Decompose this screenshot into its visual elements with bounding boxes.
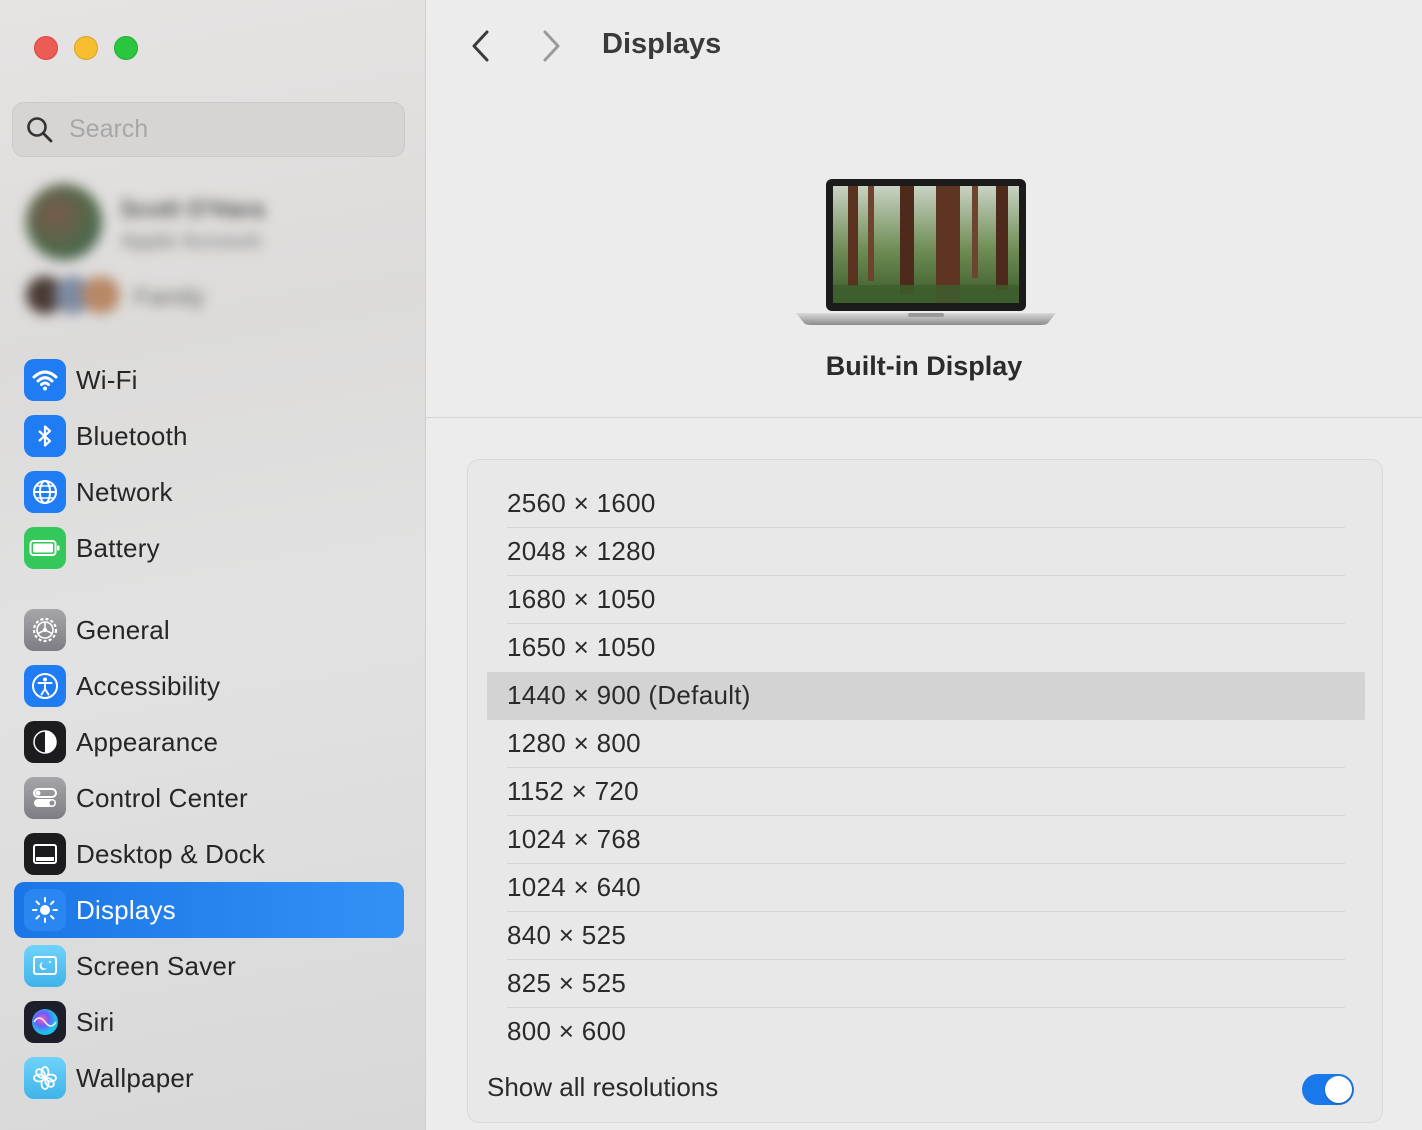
sidebar-group-network: Wi-Fi Bluetooth Network Battery bbox=[14, 352, 404, 576]
wifi-icon bbox=[24, 359, 66, 401]
sidebar-item-siri[interactable]: Siri bbox=[14, 994, 404, 1050]
apple-account[interactable]: Scott O'Hara Apple Account Family bbox=[22, 180, 412, 320]
sidebar-item-label: Network bbox=[76, 476, 173, 507]
sidebar-item-appearance[interactable]: Appearance bbox=[14, 714, 404, 770]
show-all-resolutions-label: Show all resolutions bbox=[487, 1072, 719, 1102]
resolution-label: 1280 × 800 bbox=[507, 728, 641, 758]
resolution-option[interactable]: 2048 × 1280 bbox=[487, 528, 1365, 576]
resolution-option[interactable]: 1650 × 1050 bbox=[487, 624, 1365, 672]
resolution-option[interactable]: 800 × 600 bbox=[487, 1008, 1365, 1056]
resolution-option[interactable]: 1680 × 1050 bbox=[487, 576, 1365, 624]
resolution-label: 2560 × 1600 bbox=[507, 488, 656, 518]
resolution-label: 1024 × 640 bbox=[507, 872, 641, 902]
sidebar-item-network[interactable]: Network bbox=[14, 464, 404, 520]
sidebar-item-label: Wallpaper bbox=[76, 1062, 194, 1093]
resolution-label: 1440 × 900 (Default) bbox=[507, 680, 751, 710]
resolution-label: 800 × 600 bbox=[507, 1016, 627, 1046]
resolution-list: 2560 × 1600 2048 × 1280 1680 × 1050 1650 × … bbox=[487, 480, 1365, 1056]
sidebar-item-screen-saver[interactable]: Screen Saver bbox=[14, 938, 404, 994]
sidebar-item-label: Desktop & Dock bbox=[76, 838, 266, 869]
sidebar-item-wifi[interactable]: Wi-Fi bbox=[14, 352, 404, 408]
resolution-label: 1680 × 1050 bbox=[507, 584, 656, 614]
sidebar-item-accessibility[interactable]: Accessibility bbox=[14, 658, 404, 714]
appearance-icon bbox=[24, 721, 66, 763]
resolution-option[interactable]: 840 × 525 bbox=[487, 912, 1365, 960]
search-input[interactable] bbox=[67, 114, 371, 145]
globe-icon bbox=[24, 471, 66, 513]
sidebar-item-label: General bbox=[76, 614, 170, 645]
sidebar-group-system: General Accessibility Appearance Control… bbox=[14, 602, 404, 1106]
search-field[interactable] bbox=[12, 102, 405, 157]
display-header: Built-in Display bbox=[426, 95, 1422, 418]
resolution-option[interactable]: 2560 × 1600 bbox=[487, 480, 1365, 528]
resolution-option[interactable]: 1152 × 720 bbox=[487, 768, 1365, 816]
resolution-label: 1152 × 720 bbox=[507, 776, 639, 806]
resolution-option[interactable]: 825 × 525 bbox=[487, 960, 1365, 1008]
resolution-label: 1650 × 1050 bbox=[507, 632, 656, 662]
sidebar-item-bluetooth[interactable]: Bluetooth bbox=[14, 408, 404, 464]
sidebar-item-label: Wi-Fi bbox=[76, 364, 138, 395]
sidebar-item-label: Battery bbox=[76, 532, 160, 563]
sun-icon bbox=[24, 889, 66, 931]
main-pane: Displays Built-in Display 2560 × 1600 20… bbox=[426, 0, 1422, 1130]
sidebar-item-label: Screen Saver bbox=[76, 950, 236, 981]
resolution-label: 2048 × 1280 bbox=[507, 536, 656, 566]
toggle-knob bbox=[1325, 1076, 1352, 1103]
sidebar-item-label: Appearance bbox=[76, 726, 219, 757]
resolution-option[interactable]: 1024 × 768 bbox=[487, 816, 1365, 864]
minimize-window-button[interactable] bbox=[74, 36, 98, 60]
zoom-window-button[interactable] bbox=[114, 36, 138, 60]
siri-icon bbox=[24, 1001, 66, 1043]
chevron-left-icon[interactable] bbox=[466, 28, 496, 64]
toolbar: Displays bbox=[426, 0, 1422, 95]
sidebar: Scott O'Hara Apple Account Family Wi-Fi … bbox=[0, 0, 426, 1130]
resolution-label: 1024 × 768 bbox=[507, 824, 641, 854]
gear-icon bbox=[24, 609, 66, 651]
sidebar-item-label: Control Center bbox=[76, 782, 248, 813]
sidebar-item-label: Accessibility bbox=[76, 670, 221, 701]
close-window-button[interactable] bbox=[34, 36, 58, 60]
resolution-option[interactable]: 1440 × 900 (Default) bbox=[487, 672, 1365, 720]
resolution-label: 825 × 525 bbox=[507, 968, 627, 998]
search-icon bbox=[27, 116, 53, 142]
accessibility-icon bbox=[24, 665, 66, 707]
sidebar-item-label: Displays bbox=[76, 894, 176, 925]
sidebar-item-label: Siri bbox=[76, 1006, 115, 1037]
show-all-resolutions-toggle[interactable] bbox=[1302, 1074, 1354, 1105]
wallpaper-icon bbox=[24, 1057, 66, 1099]
sidebar-item-general[interactable]: General bbox=[14, 602, 404, 658]
sidebar-item-control-center[interactable]: Control Center bbox=[14, 770, 404, 826]
sidebar-item-displays[interactable]: Displays bbox=[14, 882, 404, 938]
laptop-display-image[interactable] bbox=[796, 177, 1056, 337]
avatar bbox=[26, 184, 102, 260]
chevron-right-icon[interactable] bbox=[536, 28, 566, 64]
screen-saver-icon bbox=[24, 945, 66, 987]
account-name: Scott O'Hara bbox=[120, 196, 265, 223]
battery-icon bbox=[24, 527, 66, 569]
resolution-option[interactable]: 1024 × 640 bbox=[487, 864, 1365, 912]
resolution-label: 840 × 525 bbox=[507, 920, 627, 950]
sidebar-item-desktop-dock[interactable]: Desktop & Dock bbox=[14, 826, 404, 882]
sidebar-item-label: Bluetooth bbox=[76, 420, 188, 451]
display-name: Built-in Display bbox=[825, 351, 1023, 381]
sidebar-item-battery[interactable]: Battery bbox=[14, 520, 404, 576]
account-subtitle: Apple Account bbox=[120, 228, 261, 253]
page-title: Displays bbox=[602, 28, 722, 60]
bluetooth-icon bbox=[24, 415, 66, 457]
desktop-dock-icon bbox=[24, 833, 66, 875]
family-label: Family bbox=[134, 284, 205, 311]
sidebar-item-wallpaper[interactable]: Wallpaper bbox=[14, 1050, 404, 1106]
control-center-icon bbox=[24, 777, 66, 819]
resolution-panel: 2560 × 1600 2048 × 1280 1680 × 1050 1650 × … bbox=[467, 459, 1383, 1123]
resolution-option[interactable]: 1280 × 800 bbox=[487, 720, 1365, 768]
family-avatars bbox=[26, 276, 122, 316]
